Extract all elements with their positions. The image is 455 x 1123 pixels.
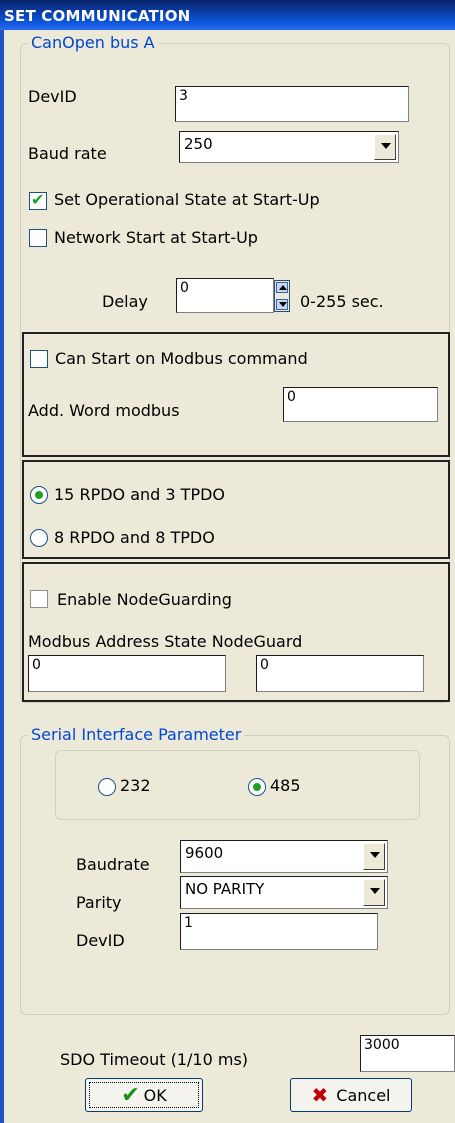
ok-focus-rect	[89, 1082, 199, 1108]
set-operational-checkbox[interactable]	[29, 190, 47, 210]
pdo-option1-label: 15 RPDO and 3 TPDO	[54, 485, 225, 504]
serial-baudrate-dropdown-arrow[interactable]	[363, 843, 385, 870]
delay-range-label: 0-255 sec.	[300, 292, 384, 311]
baud-rate-select[interactable]: 250	[179, 131, 399, 163]
canopen-group-legend: CanOpen bus A	[28, 33, 158, 52]
serial-baudrate-select[interactable]: 9600	[180, 840, 388, 873]
dialog-title: SET COMMUNICATION	[0, 0, 455, 30]
pdo-radio-8-8[interactable]	[30, 529, 48, 547]
serial-baudrate-label: Baudrate	[76, 855, 150, 874]
serial-devid-label: DevID	[76, 931, 125, 950]
nodeguard-input-1[interactable]: 0	[28, 655, 226, 692]
set-communication-dialog: SET COMMUNICATION CanOpen bus A DevID 3 …	[0, 0, 455, 1123]
baud-rate-dropdown-arrow[interactable]	[374, 134, 396, 160]
serial-group-legend: Serial Interface Parameter	[28, 725, 245, 744]
can-start-checkbox[interactable]	[30, 350, 48, 368]
add-word-label: Add. Word modbus	[28, 401, 180, 420]
delay-input[interactable]: 0	[176, 278, 274, 313]
serial-option-232-label: 232	[120, 776, 151, 795]
delay-label: Delay	[102, 292, 148, 311]
parity-label: Parity	[76, 893, 122, 912]
can-start-label: Can Start on Modbus command	[55, 349, 308, 368]
baud-rate-value: 250	[184, 135, 213, 153]
cancel-x-icon: ✖	[311, 1083, 329, 1107]
canopen-devid-input[interactable]: 3	[175, 86, 409, 122]
add-word-input[interactable]: 0	[283, 387, 438, 422]
modbus-address-state-label: Modbus Address State NodeGuard	[28, 632, 303, 651]
delay-spin-down-icon[interactable]	[276, 299, 288, 310]
network-start-label: Network Start at Start-Up	[54, 228, 258, 247]
window-left-border	[0, 30, 4, 1123]
parity-select[interactable]: NO PARITY	[180, 876, 388, 909]
network-start-checkbox[interactable]	[29, 229, 47, 247]
enable-nodeguard-label: Enable NodeGuarding	[57, 590, 232, 609]
delay-spin-up-icon[interactable]	[276, 282, 288, 293]
sdo-timeout-label: SDO Timeout (1/10 ms)	[60, 1050, 249, 1069]
baud-rate-label: Baud rate	[28, 144, 107, 163]
serial-devid-input[interactable]: 1	[180, 913, 378, 950]
ok-button[interactable]: ✔ OK	[85, 1078, 203, 1112]
nodeguard-input-2[interactable]: 0	[256, 655, 424, 692]
delay-spinner[interactable]	[274, 280, 290, 312]
serial-radio-232[interactable]	[98, 778, 116, 796]
serial-baudrate-value: 9600	[185, 844, 224, 862]
sdo-timeout-input[interactable]: 3000	[360, 1035, 455, 1072]
serial-option-485-label: 485	[270, 776, 301, 795]
cancel-button[interactable]: ✖ Cancel	[290, 1078, 412, 1112]
parity-dropdown-arrow[interactable]	[363, 879, 385, 906]
cancel-button-label: Cancel	[336, 1085, 391, 1105]
canopen-devid-label: DevID	[28, 87, 77, 106]
set-operational-label: Set Operational State at Start-Up	[54, 190, 320, 209]
pdo-radio-15-3[interactable]	[30, 486, 48, 504]
enable-nodeguard-checkbox[interactable]	[30, 590, 48, 608]
serial-radio-485[interactable]	[248, 778, 266, 796]
pdo-option2-label: 8 RPDO and 8 TPDO	[54, 528, 215, 547]
parity-value: NO PARITY	[185, 880, 265, 898]
